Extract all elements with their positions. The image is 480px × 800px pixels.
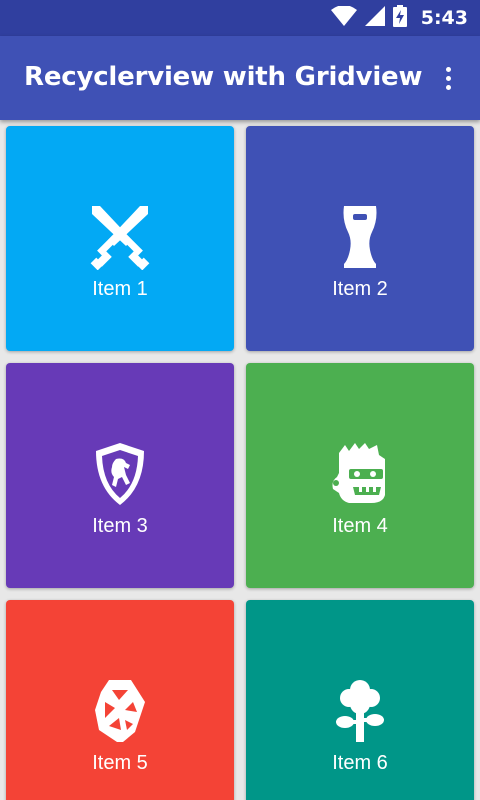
grid-item-4[interactable]: Item 4 <box>246 363 474 588</box>
recycler-grid[interactable]: Item 1 Item 2 Item 3 Item 4 Item 5 Item … <box>0 120 480 800</box>
grid-item-1[interactable]: Item 1 <box>6 126 234 351</box>
grid-item-label: Item 5 <box>92 752 148 774</box>
horse-shield-icon <box>6 441 234 507</box>
app-bar: Recyclerview with Gridview <box>0 36 480 120</box>
grid-item-5[interactable]: Item 5 <box>6 600 234 800</box>
status-time: 5:43 <box>420 7 468 29</box>
overflow-menu-button[interactable] <box>430 58 466 98</box>
grid-item-3[interactable]: Item 3 <box>6 363 234 588</box>
signal-icon <box>364 5 385 31</box>
grid-item-label: Item 1 <box>92 278 148 300</box>
grid-item-2[interactable]: Item 2 <box>246 126 474 351</box>
more-vert-dot <box>445 84 451 90</box>
more-vert-dot <box>445 75 451 81</box>
grid-item-label: Item 2 <box>332 278 388 300</box>
grid-item-6[interactable]: Item 6 <box>246 600 474 800</box>
geometric-gem-icon <box>6 678 234 744</box>
app-title: Recyclerview with Gridview <box>24 62 423 92</box>
beer-glass-icon <box>246 204 474 270</box>
wifi-icon <box>330 4 357 31</box>
status-icons: 5:43 <box>330 0 468 36</box>
battery-charging-icon <box>392 4 407 32</box>
tree-icon <box>246 678 474 744</box>
grid-item-label: Item 6 <box>332 752 388 774</box>
grid-item-label: Item 3 <box>92 515 148 537</box>
zombie-face-icon <box>246 441 474 507</box>
crossed-swords-icon <box>6 204 234 270</box>
status-bar: 5:43 <box>0 0 480 36</box>
grid-item-label: Item 4 <box>332 515 388 537</box>
more-vert-icon <box>445 66 451 72</box>
